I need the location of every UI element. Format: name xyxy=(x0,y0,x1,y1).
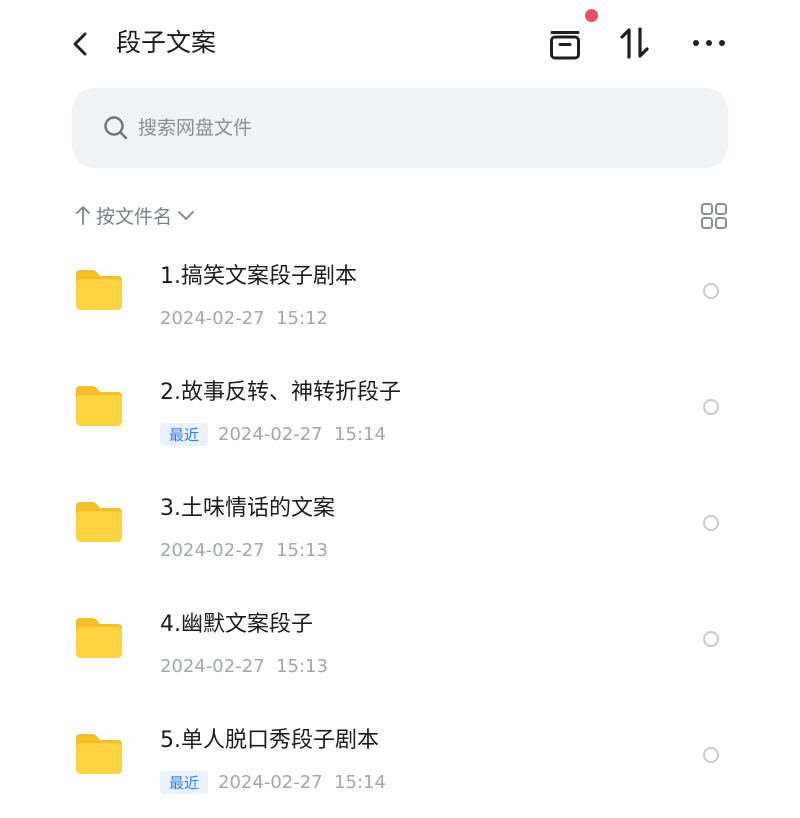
file-date: 2024-02-27 xyxy=(160,307,265,329)
file-date: 2024-02-27 xyxy=(160,539,265,561)
file-meta: 最近 2024-02-27 15:14 xyxy=(160,770,386,794)
archive-button[interactable] xyxy=(542,20,588,66)
file-datetime: 2024-02-27 15:14 xyxy=(218,424,386,445)
file-date: 2024-02-27 xyxy=(218,771,323,793)
select-radio[interactable] xyxy=(703,399,719,415)
folder-icon xyxy=(76,386,122,426)
search-bar[interactable] xyxy=(72,88,728,168)
select-radio[interactable] xyxy=(703,747,719,763)
sort-by-name-dropdown[interactable]: 按文件名 xyxy=(74,200,197,230)
file-time: 15:13 xyxy=(276,655,328,677)
file-row[interactable]: 4.幽默文案段子 2024-02-27 15:13 xyxy=(0,586,800,702)
sort-button[interactable] xyxy=(612,20,658,66)
recent-badge: 最近 xyxy=(160,770,209,794)
file-name: 1.搞笑文案段子剧本 xyxy=(160,264,357,289)
more-button[interactable] xyxy=(686,20,732,66)
file-list: 1.搞笑文案段子剧本 2024-02-27 15:12 2.故事反转、神转折段子… xyxy=(0,238,800,818)
select-radio[interactable] xyxy=(703,631,719,647)
file-datetime: 2024-02-27 15:12 xyxy=(160,308,328,329)
search-icon xyxy=(104,116,128,140)
recent-badge: 最近 xyxy=(160,422,209,446)
file-date: 2024-02-27 xyxy=(160,655,265,677)
file-name: 3.土味情话的文案 xyxy=(160,496,335,521)
file-datetime: 2024-02-27 15:13 xyxy=(160,540,328,561)
file-time: 15:14 xyxy=(334,423,386,445)
select-radio[interactable] xyxy=(703,515,719,531)
file-time: 15:12 xyxy=(276,307,328,329)
folder-icon xyxy=(76,502,122,542)
file-time: 15:13 xyxy=(276,539,328,561)
arrow-up-icon xyxy=(76,206,90,225)
file-row[interactable]: 5.单人脱口秀段子剧本 最近 2024-02-27 15:14 xyxy=(0,702,800,818)
file-datetime: 2024-02-27 15:14 xyxy=(218,772,386,793)
file-row[interactable]: 1.搞笑文案段子剧本 2024-02-27 15:12 xyxy=(0,238,800,354)
sort-arrows-icon xyxy=(620,27,649,59)
file-row[interactable]: 2.故事反转、神转折段子 最近 2024-02-27 15:14 xyxy=(0,354,800,470)
file-meta: 最近 2024-02-27 15:14 xyxy=(160,422,386,446)
grid-view-button[interactable] xyxy=(700,202,728,230)
page-title: 段子文案 xyxy=(116,28,217,57)
chevron-down-icon xyxy=(178,211,195,220)
file-datetime: 2024-02-27 15:13 xyxy=(160,656,328,677)
top-bar: 段子文案 xyxy=(0,0,800,86)
select-radio[interactable] xyxy=(703,283,719,299)
notification-dot xyxy=(585,9,598,22)
file-meta: 2024-02-27 15:13 xyxy=(160,654,328,678)
search-input[interactable] xyxy=(138,106,698,150)
folder-icon xyxy=(76,618,122,658)
back-button[interactable] xyxy=(62,22,102,66)
file-name: 5.单人脱口秀段子剧本 xyxy=(160,728,379,753)
more-horizontal-icon xyxy=(693,40,725,46)
file-time: 15:14 xyxy=(334,771,386,793)
chevron-left-icon xyxy=(73,32,87,56)
folder-icon xyxy=(76,270,122,310)
file-date: 2024-02-27 xyxy=(218,423,323,445)
file-row[interactable]: 3.土味情话的文案 2024-02-27 15:13 xyxy=(0,470,800,586)
grid-view-icon xyxy=(701,203,727,229)
file-meta: 2024-02-27 15:13 xyxy=(160,538,328,562)
sort-label: 按文件名 xyxy=(96,205,173,228)
file-name: 2.故事反转、神转折段子 xyxy=(160,380,401,405)
archive-box-icon xyxy=(550,31,580,60)
folder-icon xyxy=(76,734,122,774)
file-name: 4.幽默文案段子 xyxy=(160,612,313,637)
file-meta: 2024-02-27 15:12 xyxy=(160,306,328,330)
